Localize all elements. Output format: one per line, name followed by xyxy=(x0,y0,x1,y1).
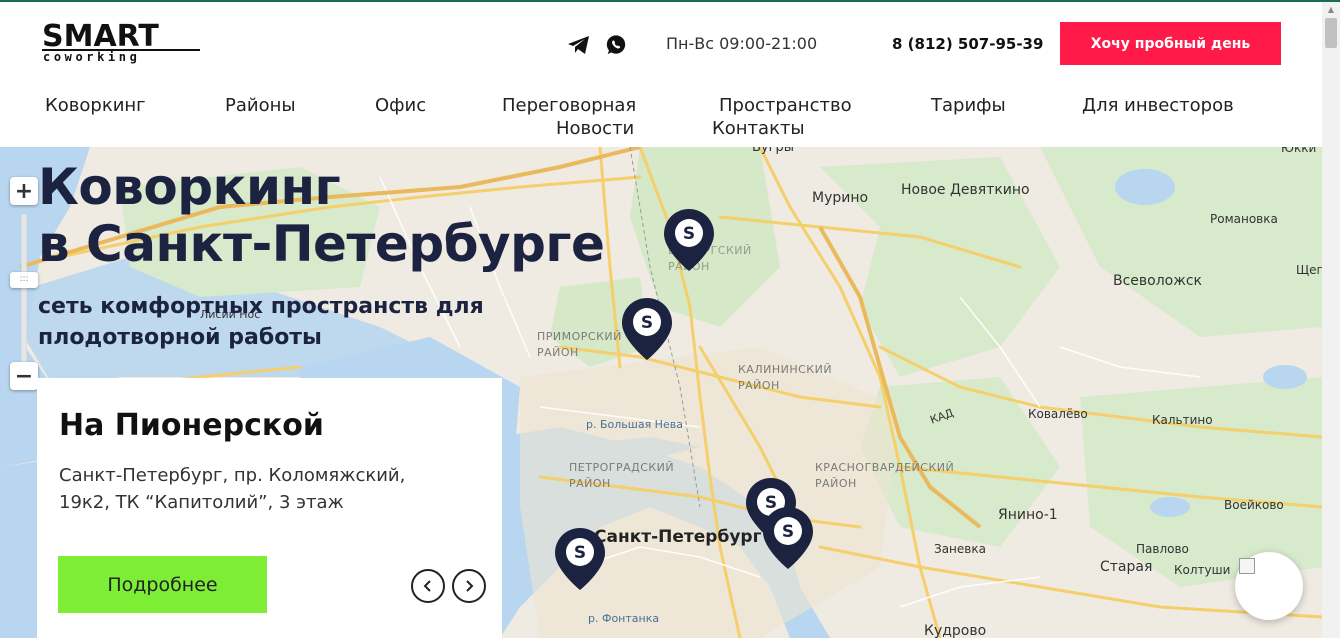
telegram-icon[interactable] xyxy=(567,34,591,56)
nav-item-office[interactable]: Офис xyxy=(375,94,426,118)
map-pin-icon[interactable]: S xyxy=(620,296,674,362)
map-label-kudrovo: Кудрово xyxy=(924,623,987,638)
zoom-out-button[interactable]: − xyxy=(10,362,38,390)
hero-title-line2: в Санкт-Петербурге xyxy=(38,215,605,273)
hero-subtitle-line1: сеть комфортных пространств для xyxy=(38,294,484,319)
map-label-petrogradsky: ПЕТРОГРАДСКИЙ РАЙОН xyxy=(569,461,675,490)
map-label-fontanka: р. Фонтанка xyxy=(588,612,660,625)
scroll-up-arrow-icon[interactable]: ▲ xyxy=(1322,2,1340,18)
nav-item-districts[interactable]: Районы xyxy=(225,94,296,118)
nav-item-coworking[interactable]: Коворкинг xyxy=(45,94,146,118)
nav-item-investors[interactable]: Для инвесторов xyxy=(1082,94,1234,118)
map-label-primorsky: ПРИМОРСКИЙ РАЙОН xyxy=(537,330,622,359)
map-label-yukki: Юкки xyxy=(1281,147,1317,155)
map-label-shcheglovo: Щеглово xyxy=(1296,263,1322,277)
logo[interactable]: SMART coworking xyxy=(42,20,202,68)
map-label-kaltino: Кальтино xyxy=(1152,413,1213,427)
map-label-vsevolozhsk: Всеволожск xyxy=(1113,273,1203,289)
chevron-left-icon xyxy=(423,580,431,592)
map-pin-icon[interactable]: S xyxy=(553,526,607,592)
whatsapp-icon[interactable] xyxy=(604,34,628,56)
nav-item-space[interactable]: Пространство xyxy=(719,94,852,118)
nav-item-news[interactable]: Новости xyxy=(556,117,634,141)
logo-subtitle: coworking xyxy=(43,50,141,64)
map-label-voeykovo: Воейково xyxy=(1224,498,1284,512)
nav-item-contacts[interactable]: Контакты xyxy=(712,117,805,141)
page-scrollbar[interactable]: ▲ xyxy=(1322,2,1340,638)
chat-avatar-image xyxy=(1239,558,1255,574)
map-label-pavlovo: Павлово xyxy=(1136,542,1189,556)
trial-day-button[interactable]: Хочу пробный день xyxy=(1060,22,1281,65)
map-label-koltushi: Колтуши xyxy=(1174,563,1231,577)
zoom-slider-track[interactable] xyxy=(21,213,27,371)
map-label-yanino: Янино-1 xyxy=(998,507,1058,523)
zoom-slider-handle[interactable]: ::: xyxy=(10,272,38,288)
chat-widget-button[interactable] xyxy=(1235,552,1303,620)
zoom-in-button[interactable]: + xyxy=(10,177,38,205)
hero-title-line1: Коворкинг xyxy=(38,158,341,216)
nav-item-tariffs[interactable]: Тарифы xyxy=(931,94,1006,118)
chevron-right-icon xyxy=(466,580,474,592)
hero-subtitle: сеть комфортных пространств для плодотво… xyxy=(38,291,484,353)
hero-title: Коворкинг в Санкт-Петербурге xyxy=(38,158,605,273)
map-pin-icon[interactable]: S xyxy=(761,505,815,571)
prev-location-button[interactable] xyxy=(411,569,445,603)
svg-text:S: S xyxy=(641,313,653,333)
map-label-murino: Мурино xyxy=(812,190,869,206)
location-title: На Пионерской xyxy=(59,408,324,443)
map-label-kovalevo: Ковалёво xyxy=(1028,407,1088,421)
site-header: SMART coworking Пн-Вс 09:00-21:00 8 (812… xyxy=(0,2,1322,147)
map[interactable]: Мурино Новое Девяткино Всеволожск Романо… xyxy=(0,147,1322,638)
map-label-saint-petersburg: Санкт-Петербург xyxy=(594,527,762,547)
scroll-thumb[interactable] xyxy=(1325,18,1337,48)
hero-subtitle-line2: плодотворной работы xyxy=(38,325,322,350)
map-label-novoe-devyatkino: Новое Девяткино xyxy=(901,182,1030,198)
map-label-zanevka: Заневка xyxy=(934,542,986,556)
working-hours: Пн-Вс 09:00-21:00 xyxy=(666,34,818,53)
map-pin-icon[interactable]: S xyxy=(662,207,716,273)
nav-item-meeting-room[interactable]: Переговорная xyxy=(502,94,636,118)
map-label-bolshaya-neva: р. Большая Нева xyxy=(586,418,683,431)
svg-text:S: S xyxy=(782,522,794,542)
map-label-kalininsky: КАЛИНИНСКИЙ РАЙОН xyxy=(738,363,833,392)
svg-text:S: S xyxy=(574,543,586,563)
svg-text:S: S xyxy=(683,224,695,244)
map-label-bugry: Бугры xyxy=(752,147,794,155)
location-card: На Пионерской Санкт-Петербург, пр. Колом… xyxy=(37,378,502,638)
map-label-staraya: Старая xyxy=(1100,559,1153,575)
phone-number[interactable]: 8 (812) 507-95-39 xyxy=(892,34,1043,54)
next-location-button[interactable] xyxy=(452,569,486,603)
map-label-romanovka: Романовка xyxy=(1210,212,1278,226)
map-label-krasnogvardeysky: КРАСНОГВАРДЕЙСКИЙ РАЙОН xyxy=(815,461,955,490)
location-address: Санкт-Петербург, пр. Коломяжский, 19к2, … xyxy=(59,465,406,513)
details-button[interactable]: Подробнее xyxy=(58,556,267,613)
